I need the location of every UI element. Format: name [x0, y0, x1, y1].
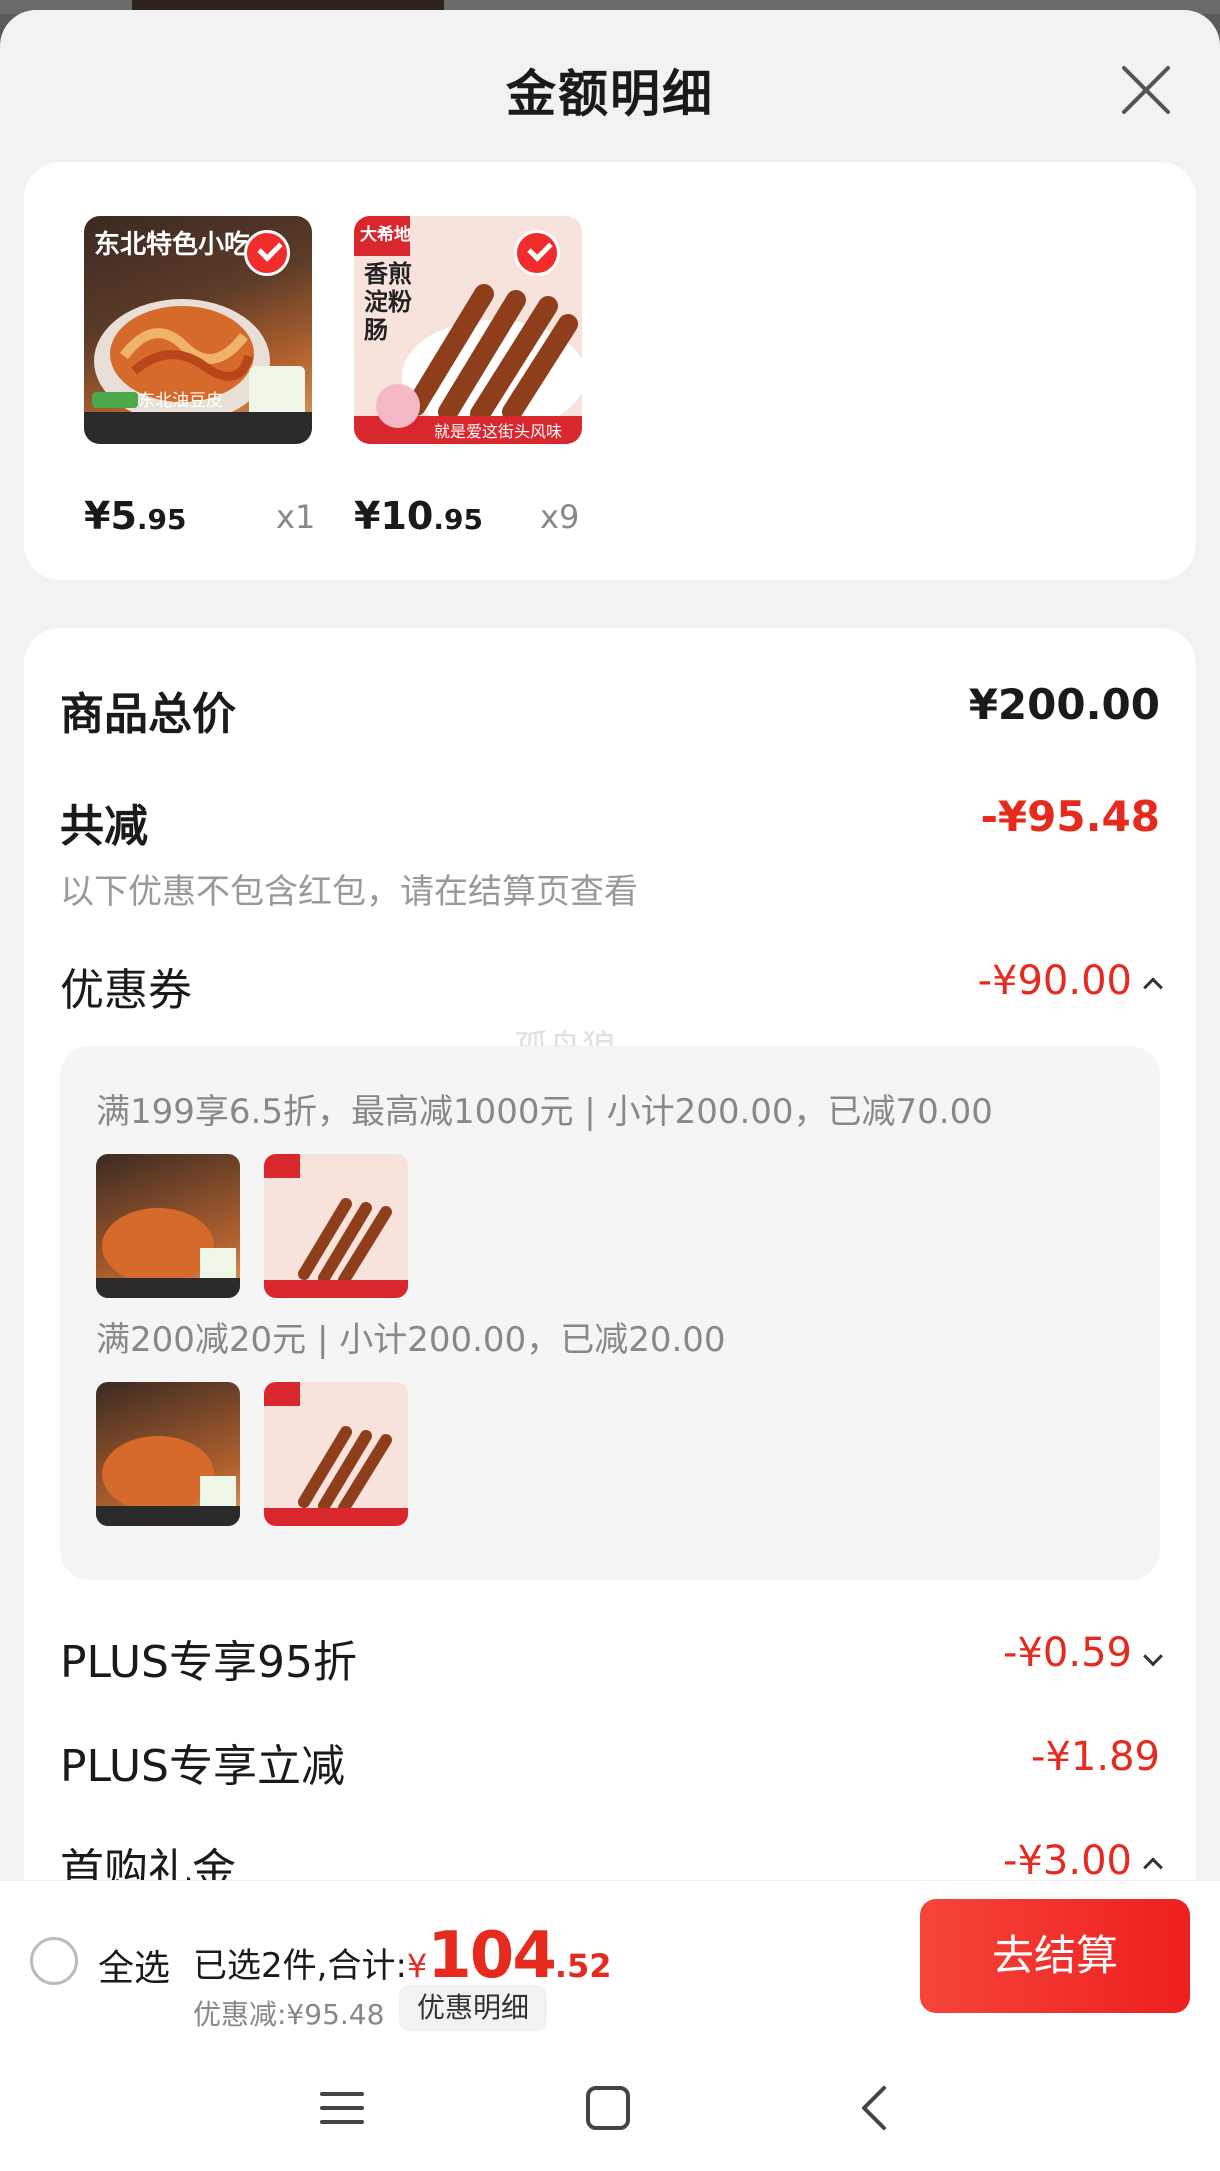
chevron-up-icon: [1143, 1857, 1163, 1878]
coupon-product-thumb: [96, 1382, 240, 1526]
product-thumb-doupi[interactable]: 东北特色小吃 东北油豆皮: [84, 216, 312, 444]
discount-text: 优惠减:¥95.48: [193, 1998, 385, 2031]
plus-cut-label: PLUS专享立减: [60, 1741, 345, 1792]
total-value: ¥200.00: [968, 680, 1160, 729]
coupon-toggle[interactable]: -¥90.00: [978, 958, 1163, 1004]
thumb-title: 香煎淀粉肠: [364, 260, 412, 344]
coupon-rule: 满200减20元 | 小计200.00，已减20.00: [96, 1320, 726, 1360]
product-price: ¥5.95: [84, 494, 187, 538]
product-thumb-sausage[interactable]: 大希地 香煎淀粉肠 就是爱这街头风味: [354, 216, 582, 444]
product-qty: x9: [540, 498, 580, 536]
discount-detail-button[interactable]: 优惠明细: [399, 1985, 548, 2031]
thumb-caption: 就是爱这街头风味: [434, 422, 563, 441]
products-card: 东北特色小吃 东北油豆皮 大希地 香煎淀粉肠 就是爱这街头风味 ¥5.95 x1…: [24, 162, 1196, 580]
checked-icon[interactable]: [514, 230, 560, 276]
first-gift-toggle[interactable]: -¥3.00: [1003, 1838, 1163, 1884]
amount-detail-sheet: 金额明细 东北特色小吃 东北油豆皮 大希地 香煎淀粉肠 就是爱这街头风味 ¥5.…: [0, 10, 1220, 2171]
chevron-down-icon: [1143, 1646, 1163, 1667]
coupon-product-thumb: [96, 1154, 240, 1298]
coupon-detail-box: 满199享6.5折，最高减1000元 | 小计200.00，已减70.00 满2…: [60, 1046, 1160, 1580]
product-price: ¥10.95: [354, 494, 483, 538]
plus-cut-value: -¥1.89: [1031, 1734, 1160, 1780]
reduce-label: 共减: [60, 801, 148, 852]
product-qty: x1: [276, 498, 316, 536]
coupon-product-thumb: [264, 1382, 408, 1526]
checked-icon[interactable]: [244, 230, 290, 276]
plus95-label: PLUS专享95折: [60, 1637, 357, 1688]
plus95-toggle[interactable]: -¥0.59: [1003, 1630, 1163, 1676]
checkout-button[interactable]: 去结算: [920, 1899, 1190, 2013]
total-label: 商品总价: [60, 689, 236, 740]
page-title: 金额明细: [506, 65, 714, 123]
thumb-brand: 大希地: [360, 225, 411, 245]
back-icon[interactable]: [852, 2084, 900, 2132]
system-nav-bar: [0, 2040, 1220, 2171]
coupon-label: 优惠券: [60, 965, 192, 1016]
checkout-bar: 全选 已选2件,合计:¥104.52 优惠减:¥95.48 优惠明细 去结算: [0, 1880, 1220, 2040]
total-summary: 已选2件,合计:¥104.52: [193, 1919, 612, 1993]
close-icon[interactable]: [1118, 62, 1174, 118]
select-all-label[interactable]: 全选: [98, 1939, 170, 1991]
coupon-product-thumb: [264, 1154, 408, 1298]
thumb-caption: 东北油豆皮: [138, 391, 223, 411]
select-all-radio[interactable]: [30, 1937, 78, 1985]
menu-icon[interactable]: [318, 2084, 366, 2132]
thumb-title: 东北特色小吃: [94, 230, 251, 260]
reduce-value: -¥95.48: [980, 792, 1160, 841]
chevron-up-icon: [1143, 977, 1163, 998]
reduce-note: 以下优惠不包含红包，请在结算页查看: [60, 872, 638, 912]
home-icon[interactable]: [584, 2084, 632, 2132]
coupon-rule: 满199享6.5折，最高减1000元 | 小计200.00，已减70.00: [96, 1092, 993, 1132]
